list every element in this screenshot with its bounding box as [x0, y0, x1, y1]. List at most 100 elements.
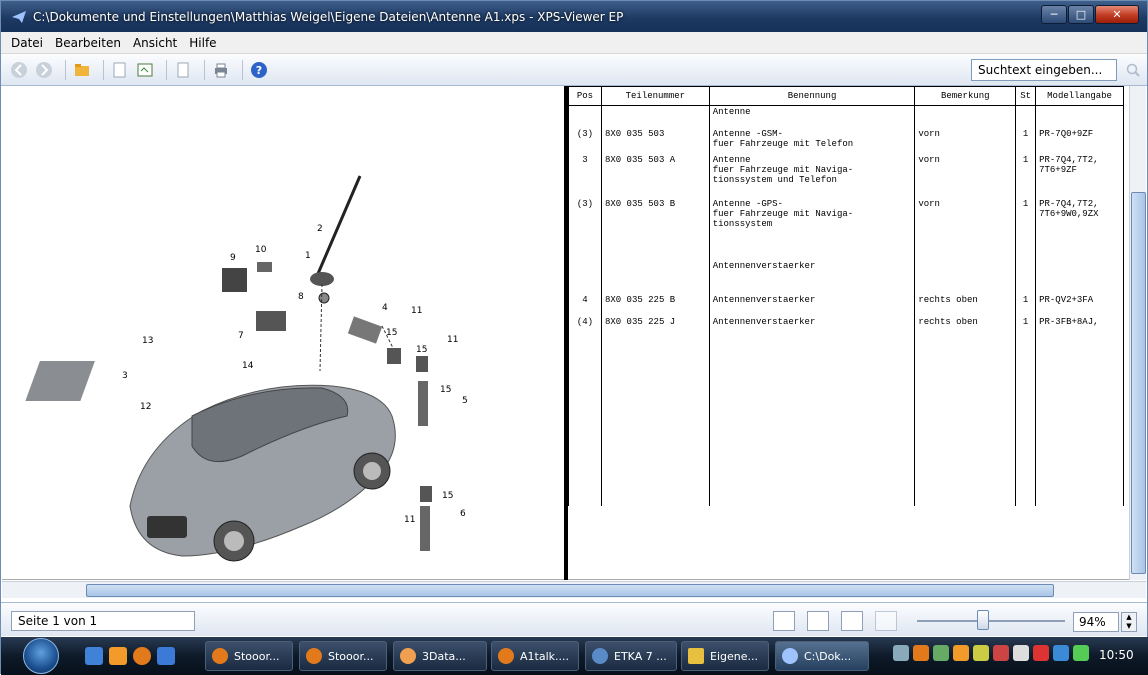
- close-button[interactable]: ✕: [1095, 5, 1139, 24]
- table-row: 4 8X0 035 225 B Antennenverstaerker rechts …: [568, 293, 1124, 316]
- show-desktop-icon[interactable]: [85, 647, 103, 665]
- tray-app-icon[interactable]: [973, 645, 989, 661]
- toolbar-separator: [65, 59, 66, 80]
- edit-document-icon[interactable]: [110, 60, 130, 80]
- clock: 10:50: [1099, 648, 1134, 662]
- quicklaunch-icon[interactable]: [109, 647, 127, 665]
- table-row: (4) 8X0 035 225 J Antennenverstaerker recht…: [568, 315, 1124, 506]
- xps-viewer-window: C:\Dokumente und Einstellungen\Matthias …: [0, 0, 1148, 675]
- print-icon[interactable]: [211, 60, 231, 80]
- volume-icon[interactable]: [1013, 645, 1029, 661]
- task-item-3[interactable]: 3Data...: [393, 641, 487, 671]
- page-width-button[interactable]: [807, 611, 829, 631]
- page-icon[interactable]: [173, 60, 193, 80]
- tray-app-icon[interactable]: [1053, 645, 1069, 661]
- window-title: C:\Dokumente und Einstellungen\Matthias …: [33, 9, 624, 24]
- page-indicator[interactable]: Seite 1 von 1: [11, 611, 195, 631]
- horizontal-scroll-thumb[interactable]: [86, 584, 1054, 597]
- firefox-icon[interactable]: [133, 647, 151, 665]
- table-cell-ben: Antenne: [708, 105, 916, 128]
- task-item-6[interactable]: Eigene...: [681, 641, 769, 671]
- battery-icon[interactable]: [1073, 645, 1089, 661]
- table-row: Antenne: [568, 105, 1124, 128]
- fit-page-icon[interactable]: [135, 60, 155, 80]
- diagram-label-10: 10: [255, 245, 267, 255]
- table-cell-mod: [1035, 105, 1124, 128]
- task-item-5[interactable]: ETKA 7 ...: [585, 641, 677, 671]
- toolbar-separator: [204, 59, 205, 80]
- back-icon[interactable]: [9, 60, 29, 80]
- toolbar-separator: [242, 59, 243, 80]
- menu-bar: Datei Bearbeiten Ansicht Hilfe: [1, 32, 1147, 54]
- diagram-label-15: 15: [386, 328, 397, 338]
- parts-table: Pos Teilenummer Benennung Bemerkung St M…: [568, 86, 1124, 580]
- tray-app-icon[interactable]: [913, 645, 929, 661]
- table-cell-ben: Antenne -GPS- fuer Fahrzeuge mit Naviga-…: [708, 197, 916, 260]
- help-icon[interactable]: ?: [249, 60, 269, 80]
- diagram-label-2: 2: [317, 224, 323, 234]
- tray-app-icon[interactable]: [1033, 645, 1049, 661]
- diagram-label-7: 7: [238, 331, 244, 341]
- task-item-4[interactable]: A1talk....: [491, 641, 579, 671]
- vertical-scrollbar[interactable]: [1129, 86, 1146, 580]
- media-icon[interactable]: [157, 647, 175, 665]
- diagram-label-13: 13: [142, 336, 153, 346]
- menu-hilfe[interactable]: Hilfe: [183, 36, 222, 50]
- toolbar-separator: [166, 59, 167, 80]
- zoom-level[interactable]: 94%: [1073, 612, 1119, 632]
- menu-bearbeiten[interactable]: Bearbeiten: [49, 36, 127, 50]
- network-icon[interactable]: [893, 645, 909, 661]
- search-input[interactable]: Suchtext eingeben...: [971, 59, 1117, 81]
- status-bar: Seite 1 von 1 94% ▲ ▼: [1, 602, 1147, 636]
- table-cell-pos: (4): [568, 315, 602, 506]
- table-cell-mod: [1035, 259, 1124, 294]
- tray-app-icon[interactable]: [953, 645, 969, 661]
- table-cell-teil: [600, 259, 710, 294]
- table-cell-pos: [568, 259, 602, 294]
- full-page-view-button[interactable]: [773, 611, 795, 631]
- zoom-slider-track: [917, 620, 1065, 622]
- two-page-button[interactable]: [875, 611, 897, 631]
- table-cell-mod: PR-QV2+3FA: [1035, 293, 1124, 316]
- diagram-label-11b: 11: [447, 335, 458, 345]
- diagram-label-8: 8: [298, 292, 304, 302]
- horizontal-scrollbar[interactable]: [2, 581, 1146, 598]
- maximize-button[interactable]: □: [1068, 5, 1094, 24]
- table-cell-ben: Antenne fuer Fahrzeuge mit Naviga- tions…: [708, 153, 916, 198]
- zoom-slider[interactable]: [977, 610, 989, 630]
- tray-app-icon[interactable]: [933, 645, 949, 661]
- table-cell-ben: Antennenverstaerker: [708, 259, 916, 294]
- folder-icon[interactable]: [72, 60, 92, 80]
- table-cell-teil: 8X0 035 225 J: [600, 315, 710, 506]
- table-cell-bem: rechts oben: [914, 293, 1017, 316]
- diagram-label-5: 5: [462, 396, 468, 406]
- menu-datei[interactable]: Datei: [5, 36, 49, 50]
- table-cell-pos: 3: [568, 153, 602, 198]
- task-item-2[interactable]: Stooor...: [299, 641, 387, 671]
- minimize-button[interactable]: ─: [1041, 5, 1067, 24]
- table-row: (3) 8X0 035 503 Antenne -GSM- fuer Fahrzeu…: [568, 127, 1124, 154]
- zoom-spinner[interactable]: ▲ ▼: [1121, 612, 1137, 632]
- table-cell-bem: vorn: [914, 127, 1017, 154]
- table-cell-pos: (3): [568, 197, 602, 260]
- xps-app-icon: [12, 10, 26, 23]
- diagram-label-15c: 15: [440, 385, 451, 395]
- diagram-label-15d: 15: [442, 491, 453, 501]
- car-antenna-illustration: 1 2 3 4 5 6 7 8 9 10 11 11 11 12 13 14 1: [25, 175, 468, 562]
- vertical-scroll-thumb[interactable]: [1131, 192, 1146, 574]
- menu-ansicht[interactable]: Ansicht: [127, 36, 183, 50]
- diagram-label-6: 6: [460, 509, 466, 519]
- parts-diagram: 1 2 3 4 5 6 7 8 9 10 11 11 11 12 13 14 1: [2, 86, 564, 580]
- one-page-button[interactable]: [841, 611, 863, 631]
- search-icon[interactable]: [1125, 62, 1141, 78]
- start-button[interactable]: [23, 638, 59, 674]
- table-cell-bem: vorn: [914, 197, 1017, 260]
- task-item-1[interactable]: Stooor...: [205, 641, 293, 671]
- task-item-7-active[interactable]: C:\Dok...: [775, 641, 869, 671]
- forward-icon[interactable]: [34, 60, 54, 80]
- tray-app-icon[interactable]: [993, 645, 1009, 661]
- col-bemerkung: Bemerkung: [914, 86, 1017, 106]
- table-cell-ben: Antennenverstaerker: [708, 293, 916, 316]
- diagram-label-3: 3: [122, 371, 128, 381]
- diagram-label-1: 1: [305, 251, 311, 261]
